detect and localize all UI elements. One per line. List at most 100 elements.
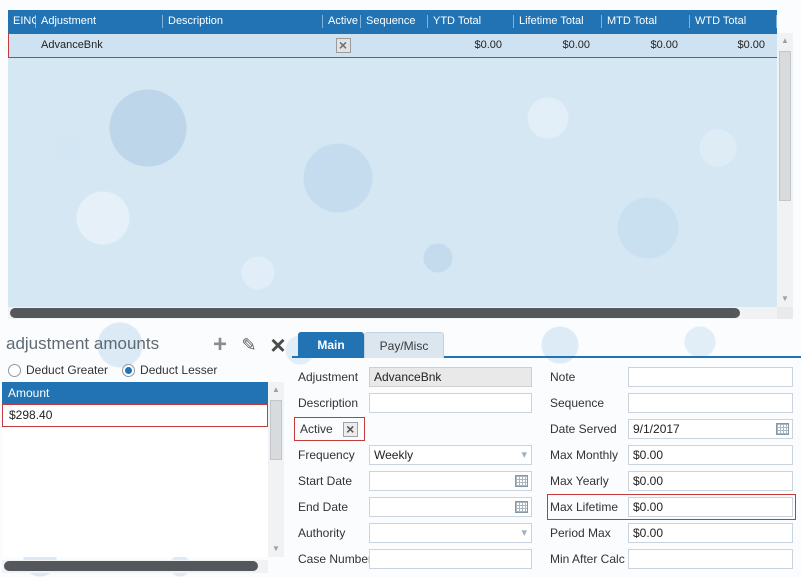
active-checkbox-icon[interactable] bbox=[342, 421, 358, 437]
end-date-label: End Date bbox=[298, 500, 349, 514]
deduct-radio-group: Deduct Greater Deduct Lesser bbox=[8, 363, 217, 377]
form-row: Frequency Weekly Max Monthly $0.00 bbox=[292, 442, 801, 468]
row-active-checkbox-icon[interactable] bbox=[335, 38, 351, 53]
detail-form: Adjustment AdvanceBnk Note Description S… bbox=[292, 364, 801, 572]
max-lifetime-highlight: Max Lifetime $0.00 bbox=[547, 494, 796, 520]
start-date-field[interactable] bbox=[369, 471, 532, 491]
sequence-field[interactable] bbox=[628, 393, 793, 413]
cell-mtd-total: $0.00 bbox=[650, 39, 678, 51]
active-label: Active bbox=[300, 422, 333, 436]
active-field-highlight: Active bbox=[294, 417, 365, 441]
payroll-adjustment-screen: EINC Adjustment Description Active Seque… bbox=[0, 0, 801, 577]
amount-row[interactable]: $298.40 bbox=[2, 404, 268, 427]
edit-pencil-icon[interactable] bbox=[237, 335, 261, 356]
amounts-vertical-scrollbar[interactable] bbox=[268, 382, 284, 557]
column-header-adjustment[interactable]: Adjustment bbox=[36, 10, 163, 33]
delete-x-icon[interactable] bbox=[266, 330, 290, 361]
vertical-scrollbar-thumb[interactable] bbox=[270, 400, 282, 460]
max-lifetime-field[interactable]: $0.00 bbox=[628, 497, 793, 517]
radio-option-deduct-lesser[interactable]: Deduct Lesser bbox=[122, 363, 217, 377]
scroll-up-icon[interactable] bbox=[268, 383, 284, 397]
column-header-ytd-total[interactable]: YTD Total bbox=[428, 10, 514, 33]
panel-title: adjustment amounts bbox=[6, 334, 160, 353]
column-header-description[interactable]: Description bbox=[163, 10, 323, 33]
authority-dropdown[interactable] bbox=[369, 523, 532, 543]
grid-row-advancebnk[interactable]: AdvanceBnk $0.00 $0.00 $0.00 $0.00 bbox=[8, 33, 782, 58]
max-monthly-field[interactable]: $0.00 bbox=[628, 445, 793, 465]
scrollbar-corner bbox=[777, 307, 793, 319]
cell-ytd-total: $0.00 bbox=[474, 39, 502, 51]
scroll-down-icon[interactable] bbox=[777, 292, 793, 306]
grid-vertical-scrollbar[interactable] bbox=[777, 33, 793, 307]
period-max-label: Period Max bbox=[550, 526, 611, 540]
column-header-einc[interactable]: EINC bbox=[8, 10, 36, 33]
adjustments-grid: EINC Adjustment Description Active Seque… bbox=[8, 10, 793, 319]
case-number-field[interactable] bbox=[369, 549, 532, 569]
column-header-mtd-total[interactable]: MTD Total bbox=[602, 10, 690, 33]
scroll-up-icon[interactable] bbox=[777, 34, 793, 48]
min-after-calc-label: Min After Calc bbox=[550, 552, 625, 566]
tab-main[interactable]: Main bbox=[298, 332, 364, 358]
column-header-active[interactable]: Active bbox=[323, 10, 361, 33]
form-row: Case Number Min After Calc bbox=[292, 546, 801, 572]
amounts-horizontal-scrollbar[interactable] bbox=[2, 560, 268, 573]
period-max-field[interactable]: $0.00 bbox=[628, 523, 793, 543]
column-header-wtd-total[interactable]: WTD Total bbox=[690, 10, 777, 33]
sequence-label: Sequence bbox=[550, 396, 605, 410]
column-header-lifetime-total[interactable]: Lifetime Total bbox=[514, 10, 602, 33]
note-field[interactable] bbox=[628, 367, 793, 387]
tab-strip: Main Pay/Misc bbox=[292, 332, 801, 358]
adjustment-detail-panel: Main Pay/Misc Adjustment AdvanceBnk Note… bbox=[292, 332, 801, 577]
radio-label: Deduct Lesser bbox=[140, 363, 218, 377]
start-date-label: Start Date bbox=[298, 474, 353, 488]
end-date-field[interactable] bbox=[369, 497, 532, 517]
amount-list-background bbox=[2, 427, 268, 557]
max-yearly-label: Max Yearly bbox=[550, 474, 609, 488]
amounts-toolbar bbox=[208, 332, 290, 358]
max-lifetime-label: Max Lifetime bbox=[550, 500, 619, 514]
frequency-dropdown[interactable]: Weekly bbox=[369, 445, 532, 465]
note-label: Note bbox=[550, 370, 576, 384]
adjustment-field[interactable]: AdvanceBnk bbox=[369, 367, 532, 387]
amount-column-header[interactable]: Amount bbox=[2, 382, 268, 404]
max-yearly-field[interactable]: $0.00 bbox=[628, 471, 793, 491]
date-served-label: Date Served bbox=[550, 422, 617, 436]
authority-label: Authority bbox=[298, 526, 346, 540]
case-number-label: Case Number bbox=[298, 552, 373, 566]
form-row: End Date Max Lifetime $0.00 bbox=[292, 494, 801, 520]
form-row: Active Date Served 9/1/2017 bbox=[292, 416, 801, 442]
description-label: Description bbox=[298, 396, 359, 410]
radio-icon bbox=[8, 363, 21, 377]
form-row: Description Sequence bbox=[292, 390, 801, 416]
form-row: Adjustment AdvanceBnk Note bbox=[292, 364, 801, 390]
min-after-calc-field[interactable] bbox=[628, 549, 793, 569]
grid-horizontal-scrollbar[interactable] bbox=[8, 307, 777, 319]
add-icon[interactable] bbox=[208, 331, 232, 359]
radio-label: Deduct Greater bbox=[26, 363, 109, 377]
cell-wtd-total: $0.00 bbox=[737, 39, 765, 51]
form-row: Authority Period Max $0.00 bbox=[292, 520, 801, 546]
scroll-down-icon[interactable] bbox=[268, 542, 284, 556]
radio-option-deduct-greater[interactable]: Deduct Greater bbox=[8, 363, 108, 377]
date-served-field[interactable]: 9/1/2017 bbox=[628, 419, 793, 439]
cell-lifetime-total: $0.00 bbox=[562, 39, 590, 51]
cell-adjustment: AdvanceBnk bbox=[41, 39, 103, 51]
cell-active bbox=[324, 38, 362, 53]
radio-selected-icon bbox=[122, 363, 136, 377]
date-served-value: 9/1/2017 bbox=[633, 422, 680, 436]
horizontal-scrollbar-thumb[interactable] bbox=[10, 308, 740, 318]
max-monthly-label: Max Monthly bbox=[550, 448, 619, 462]
grid-header-row: EINC Adjustment Description Active Seque… bbox=[8, 10, 777, 33]
calendar-icon[interactable] bbox=[515, 501, 528, 513]
horizontal-scrollbar-thumb[interactable] bbox=[4, 561, 258, 571]
vertical-scrollbar-thumb[interactable] bbox=[779, 51, 791, 201]
description-field[interactable] bbox=[369, 393, 532, 413]
form-row: Start Date Max Yearly $0.00 bbox=[292, 468, 801, 494]
calendar-icon[interactable] bbox=[515, 475, 528, 487]
calendar-icon[interactable] bbox=[776, 423, 789, 435]
tab-pay-misc[interactable]: Pay/Misc bbox=[364, 332, 444, 358]
adjustment-label: Adjustment bbox=[298, 370, 359, 384]
grid-background-splatter bbox=[8, 58, 777, 307]
column-header-sequence[interactable]: Sequence bbox=[361, 10, 428, 33]
frequency-label: Frequency bbox=[298, 448, 355, 462]
